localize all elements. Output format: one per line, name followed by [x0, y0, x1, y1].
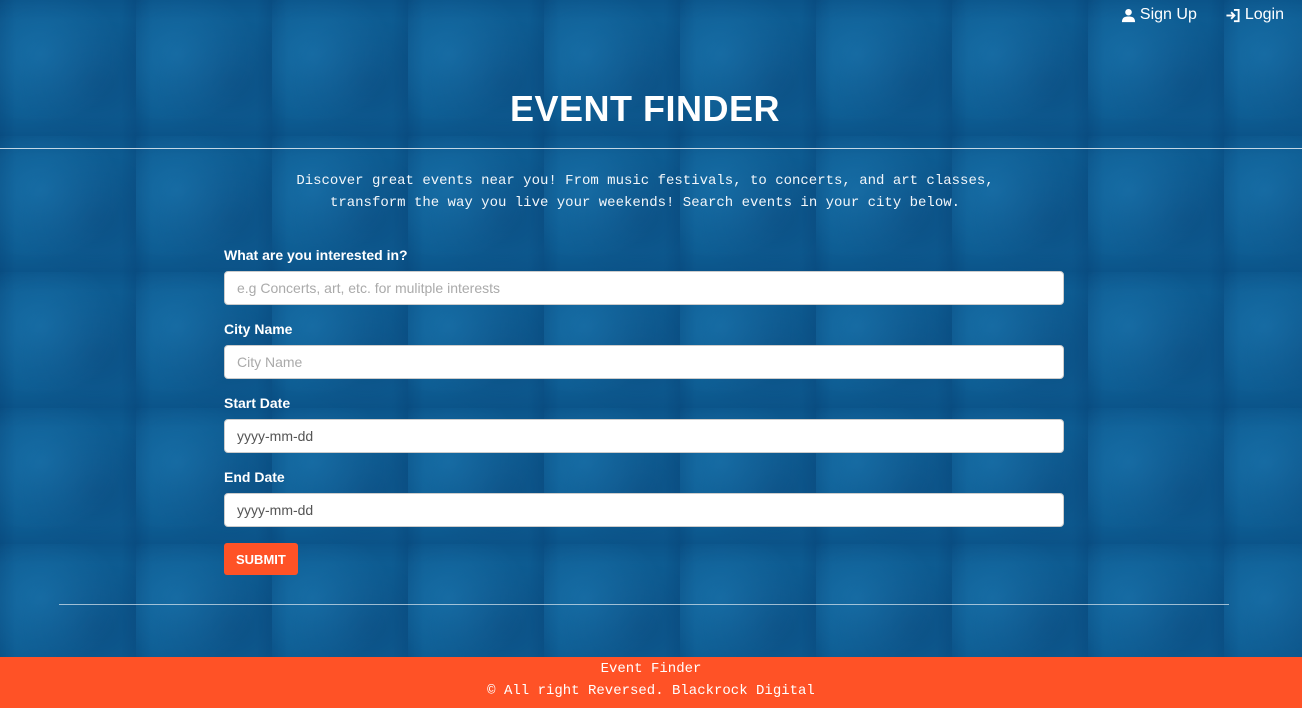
- footer-title: Event Finder: [600, 661, 702, 677]
- city-field-group: City Name: [224, 321, 1064, 379]
- login-label: Login: [1244, 6, 1284, 23]
- login-link[interactable]: Login: [1225, 6, 1284, 24]
- intro-line-2: transform the way you live your weekends…: [329, 195, 961, 211]
- search-form: What are you interested in? City Name St…: [224, 247, 1064, 575]
- interests-input[interactable]: [224, 271, 1064, 305]
- intro-line-1: Discover great events near you! From mus…: [296, 173, 994, 189]
- submit-button[interactable]: SUBMIT: [224, 543, 298, 575]
- signup-label: Sign Up: [1139, 6, 1197, 23]
- start-date-input[interactable]: [224, 419, 1064, 453]
- intro-text: Discover great events near you! From mus…: [220, 170, 1070, 214]
- end-date-input[interactable]: [224, 493, 1064, 527]
- city-label: City Name: [224, 321, 293, 337]
- user-icon: [1121, 8, 1135, 22]
- end-date-field-group: End Date: [224, 469, 1064, 527]
- footer: Event Finder © All right Reversed. Black…: [0, 657, 1302, 708]
- end-date-label: End Date: [224, 469, 285, 485]
- signup-link[interactable]: Sign Up: [1121, 6, 1197, 24]
- interests-label: What are you interested in?: [224, 247, 408, 263]
- interests-field-group: What are you interested in?: [224, 247, 1064, 305]
- page-title: EVENT FINDER: [509, 88, 781, 129]
- city-input[interactable]: [224, 345, 1064, 379]
- start-date-field-group: Start Date: [224, 395, 1064, 453]
- header-divider: [0, 148, 1302, 149]
- top-nav: Sign Up Login: [1121, 6, 1284, 24]
- start-date-label: Start Date: [224, 395, 291, 411]
- login-icon: [1226, 8, 1240, 22]
- content-divider: [59, 604, 1229, 605]
- footer-copyright: © All right Reversed. Blackrock Digital: [487, 683, 815, 699]
